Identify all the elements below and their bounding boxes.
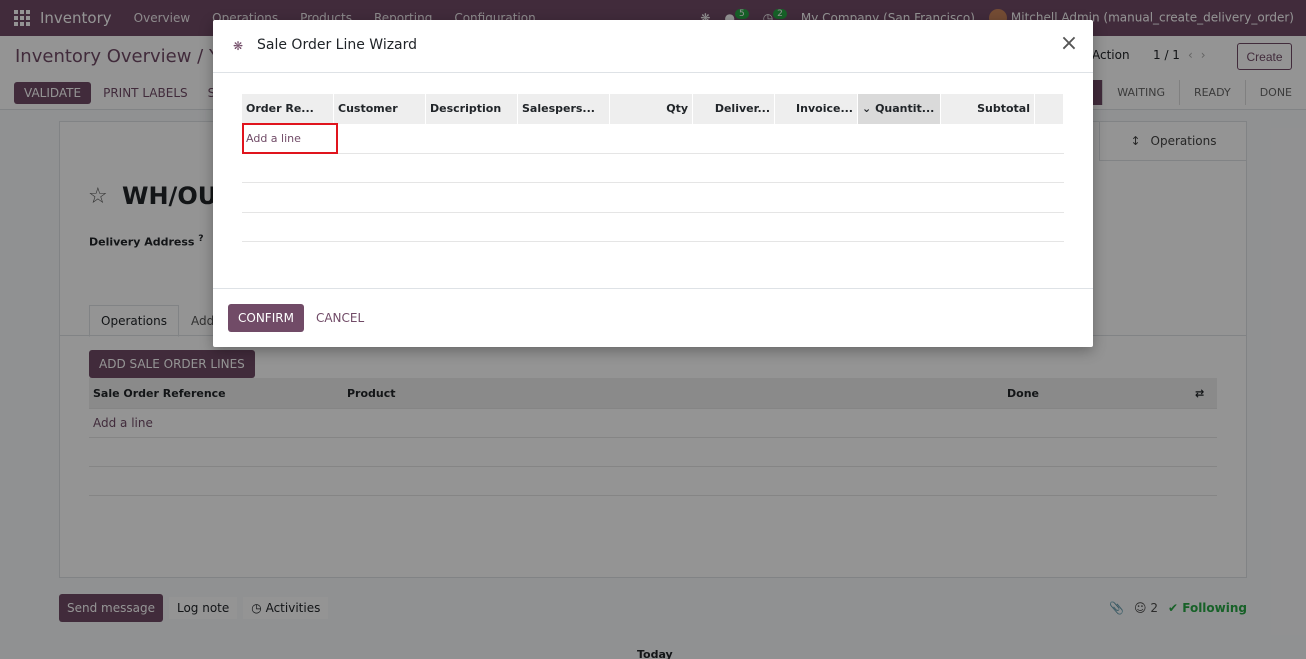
sale-order-line-wizard-dialog: ❋ Sale Order Line Wizard × Order Re... C… — [213, 20, 1093, 347]
col-subtotal[interactable]: Subtotal — [941, 94, 1035, 124]
add-line-link[interactable]: Add a line — [242, 122, 338, 154]
col-invoiced[interactable]: Invoice... — [775, 94, 858, 124]
debug-icon: ❋ — [233, 39, 244, 53]
modal-header: ❋ Sale Order Line Wizard × — [213, 20, 1093, 73]
chevron-down-icon: ⌄ — [862, 102, 872, 115]
table-row — [242, 213, 1064, 242]
wizard-lines-table: Order Re... Customer Description Salespe… — [242, 94, 1064, 242]
col-order-reference[interactable]: Order Re... — [242, 94, 334, 124]
modal-footer: CONFIRM CANCEL — [213, 288, 1093, 347]
col-quantity[interactable]: ⌄ Quantit... — [858, 94, 941, 124]
confirm-button[interactable]: CONFIRM — [228, 304, 304, 332]
modal-title: Sale Order Line Wizard — [257, 37, 418, 53]
col-delivered[interactable]: Deliver... — [693, 94, 775, 124]
table-row — [242, 154, 1064, 183]
col-salesperson[interactable]: Salespers... — [518, 94, 610, 124]
table-row — [242, 183, 1064, 213]
table-row: Add a line — [242, 122, 1064, 154]
col-customer[interactable]: Customer — [334, 94, 426, 124]
col-spacer — [1035, 94, 1064, 124]
col-description[interactable]: Description — [426, 94, 518, 124]
close-icon[interactable]: × — [1057, 32, 1081, 56]
col-qty[interactable]: Qty — [610, 94, 693, 124]
cancel-button[interactable]: CANCEL — [307, 307, 373, 329]
